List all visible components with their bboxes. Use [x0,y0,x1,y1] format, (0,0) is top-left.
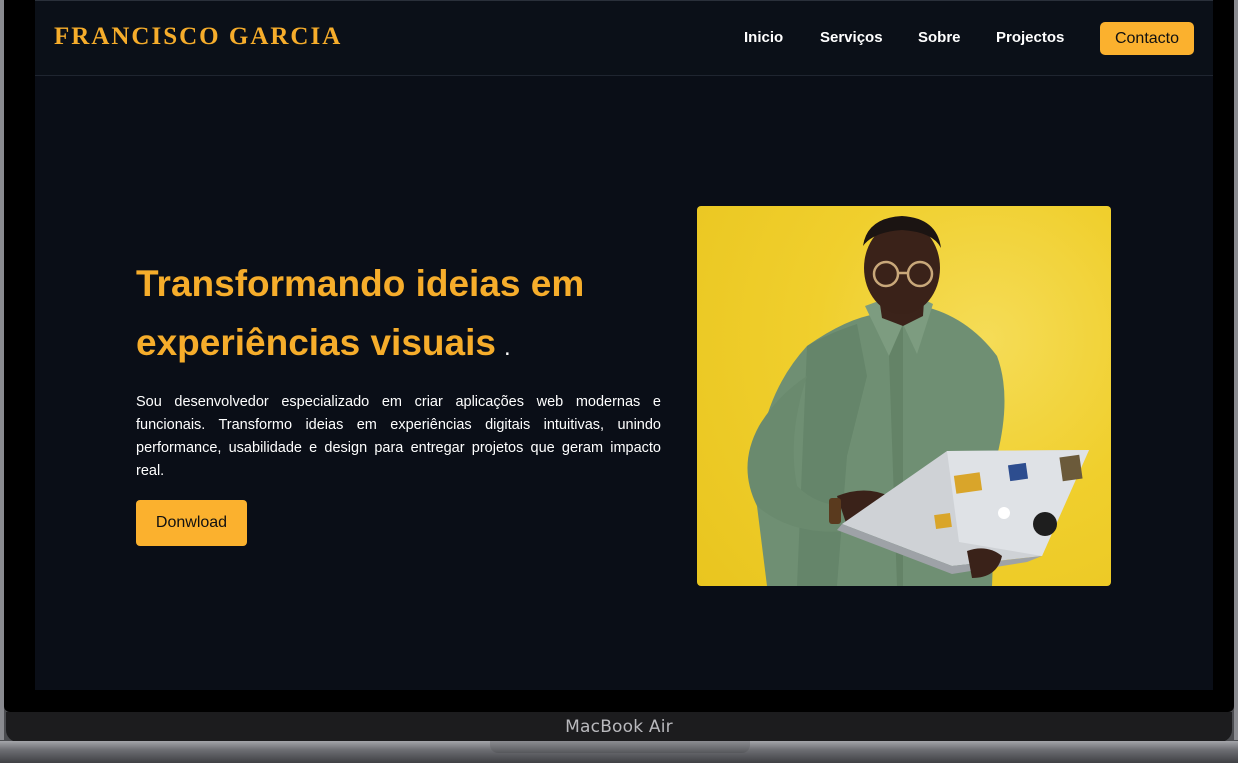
hero-title: Transformando ideias em experiências vis… [136,254,656,377]
hero-title-text: Transformando ideias em experiências vis… [136,263,585,363]
hero-description: Sou desenvolvedor especializado em criar… [136,394,661,479]
download-button[interactable]: Donwload [136,500,247,546]
brand-logo[interactable]: FRANCISCO GARCIA [54,23,342,51]
nav-link-sobre[interactable]: Sobre [918,29,961,46]
contact-button[interactable]: Contacto [1100,22,1194,55]
nav-link-projectos[interactable]: Projectos [996,29,1064,46]
device-label: MacBook Air [565,717,673,737]
laptop-chin: MacBook Air [6,712,1232,742]
hero-title-dot: . [503,334,511,361]
screen-bezel: FRANCISCO GARCIA Inicio Serviços Sobre P… [4,0,1234,712]
laptop-hinge [490,741,750,753]
portrait-illustration [747,216,1089,586]
bezel-edge-right [1234,0,1238,740]
laptop-frame: FRANCISCO GARCIA Inicio Serviços Sobre P… [0,0,1238,763]
nav-link-inicio[interactable]: Inicio [744,29,783,46]
nav-link-servicos[interactable]: Serviços [820,29,883,46]
profile-photo [697,206,1111,586]
website-screen: FRANCISCO GARCIA Inicio Serviços Sobre P… [35,0,1213,690]
navbar: FRANCISCO GARCIA Inicio Serviços Sobre P… [35,0,1213,76]
